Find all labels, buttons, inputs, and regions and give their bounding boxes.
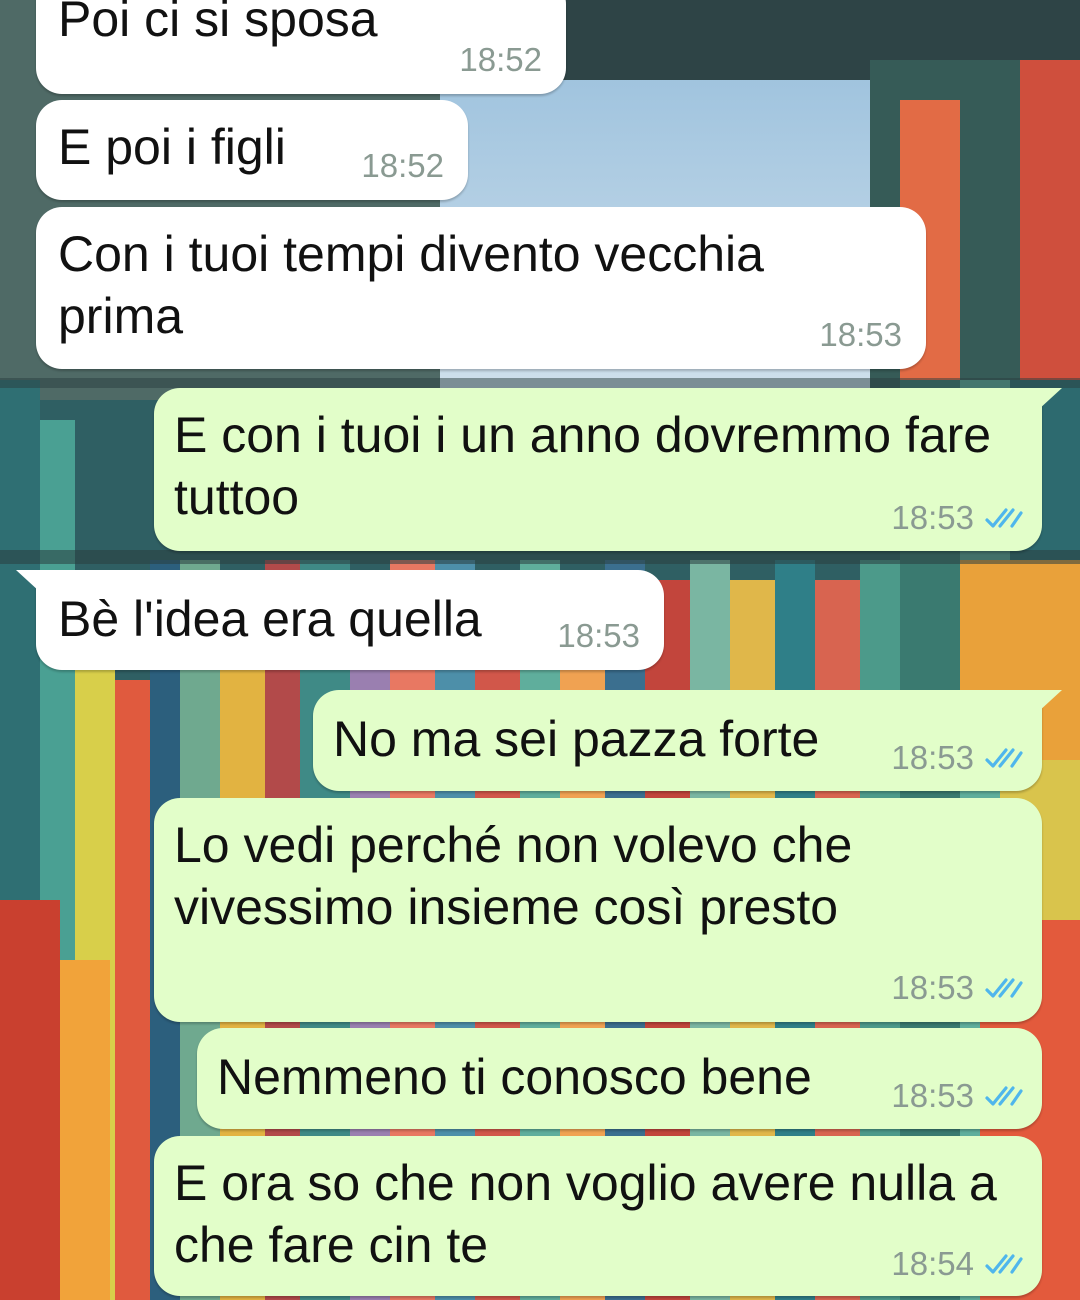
message-text: E ora so che non voglio avere nulla a ch… — [174, 1155, 997, 1273]
message-bubble-incoming[interactable]: Con i tuoi tempi divento vecchia prima 1… — [36, 207, 926, 369]
message-meta: 18:53 — [819, 315, 902, 355]
message-bubble-incoming[interactable]: E poi i figli 18:52 — [36, 100, 468, 200]
double-check-icon — [985, 1254, 1023, 1274]
double-check-icon — [985, 978, 1023, 998]
message-timestamp: 18:52 — [459, 41, 542, 78]
message-bubble-incoming[interactable]: Poi ci si sposa 18:52 — [36, 0, 566, 94]
message-bubble-outgoing[interactable]: No ma sei pazza forte 18:53 — [313, 690, 1062, 791]
message-meta: 18:54 — [891, 1244, 1024, 1284]
message-meta: 18:53 — [891, 968, 1024, 1008]
message-bubble-incoming[interactable]: Bè l'idea era quella 18:53 — [16, 570, 664, 670]
message-text: Con i tuoi tempi divento vecchia prima — [58, 226, 764, 344]
double-check-icon — [985, 508, 1023, 528]
message-timestamp: 18:53 — [891, 969, 974, 1006]
message-timestamp: 18:52 — [361, 147, 444, 184]
message-meta: 18:52 — [459, 40, 542, 80]
message-text: No ma sei pazza forte — [333, 711, 820, 767]
message-timestamp: 18:53 — [819, 316, 902, 353]
double-check-icon — [985, 1086, 1023, 1106]
message-timestamp: 18:54 — [891, 1245, 974, 1282]
message-bubble-outgoing[interactable]: E ora so che non voglio avere nulla a ch… — [154, 1136, 1042, 1296]
message-text: Nemmeno ti conosco bene — [217, 1049, 812, 1105]
message-meta: 18:53 — [891, 1076, 1024, 1116]
message-timestamp: 18:53 — [891, 499, 974, 536]
double-check-icon — [985, 748, 1023, 768]
message-text: E poi i figli — [58, 119, 286, 175]
message-bubble-outgoing[interactable]: E con i tuoi i un anno dovremmo fare tut… — [154, 388, 1062, 551]
message-text: E con i tuoi i un anno dovremmo fare tut… — [174, 407, 992, 525]
message-timestamp: 18:53 — [557, 617, 640, 654]
message-text: Poi ci si sposa — [58, 0, 378, 47]
message-bubble-outgoing[interactable]: Lo vedi perché non volevo che vivessimo … — [154, 798, 1042, 1022]
message-timestamp: 18:53 — [891, 739, 974, 776]
message-timestamp: 18:53 — [891, 1077, 974, 1114]
message-meta: 18:52 — [361, 146, 444, 186]
message-meta: 18:53 — [891, 498, 1024, 538]
message-text: Bè l'idea era quella — [58, 591, 482, 647]
message-bubble-outgoing[interactable]: Nemmeno ti conosco bene 18:53 — [197, 1028, 1042, 1129]
message-meta: 18:53 — [891, 738, 1024, 778]
message-meta: 18:53 — [557, 616, 640, 656]
message-text: Lo vedi perché non volevo che vivessimo … — [174, 817, 853, 935]
